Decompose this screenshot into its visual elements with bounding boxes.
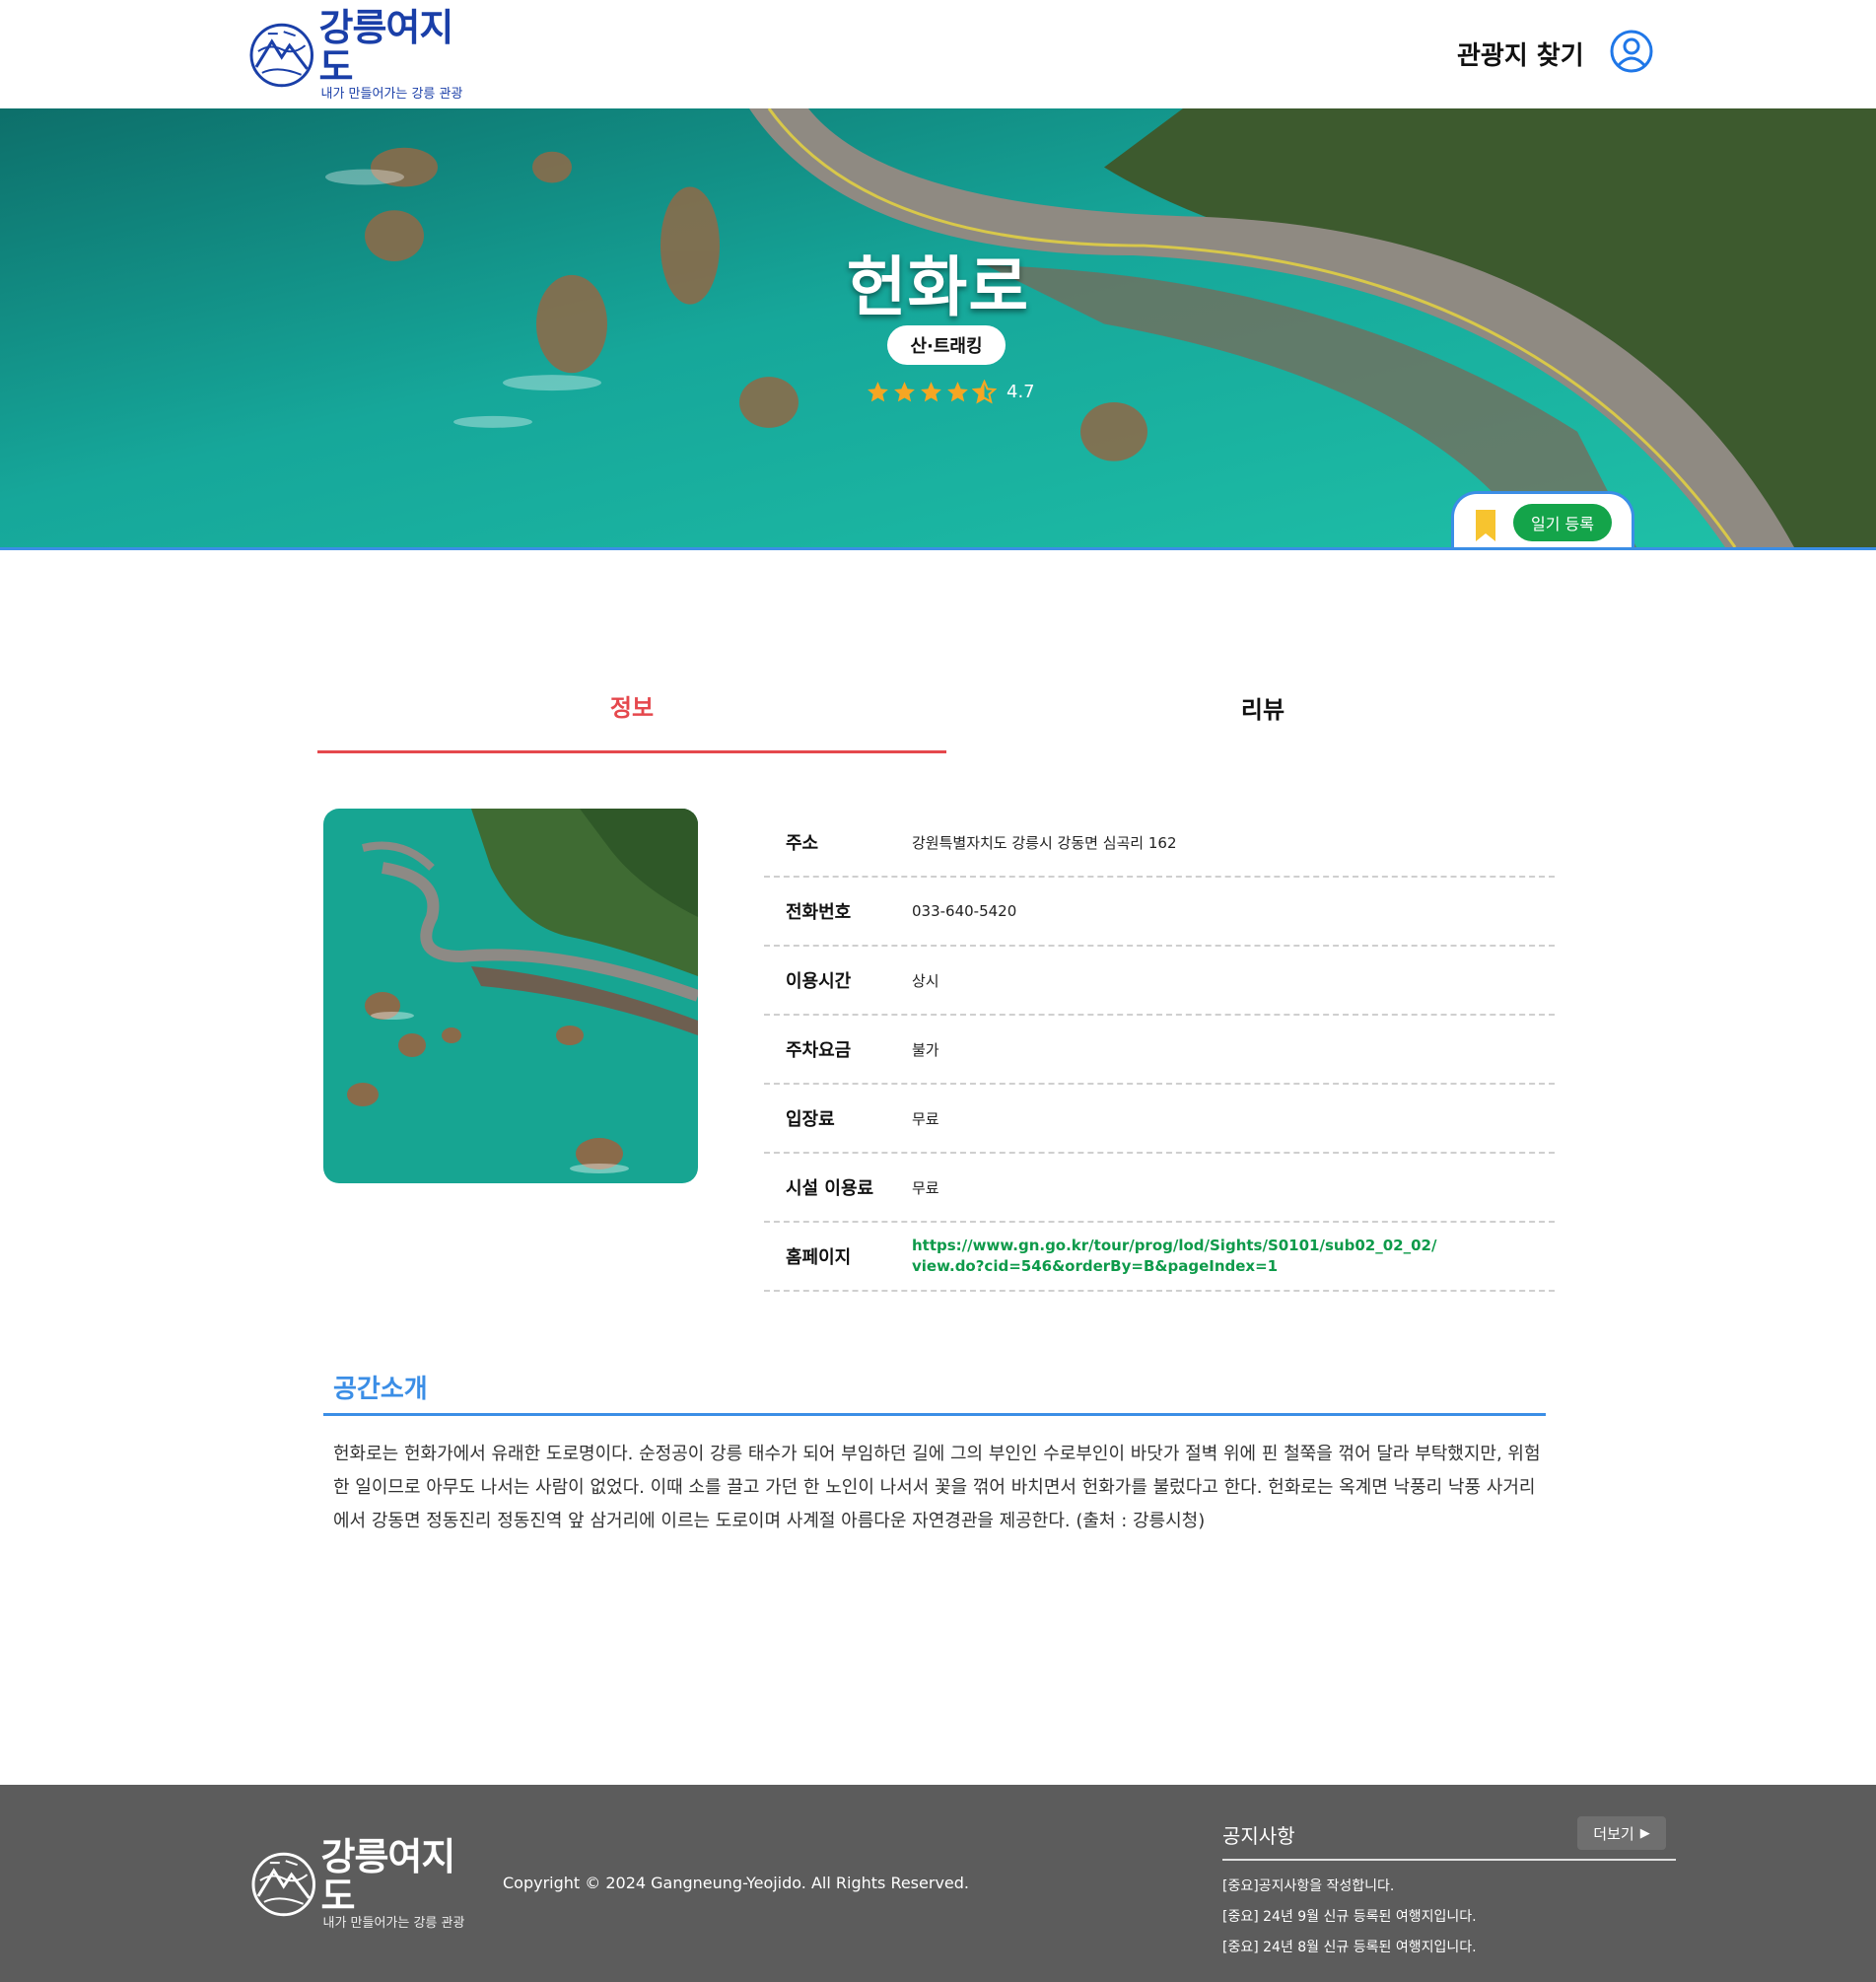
info-key: 시설 이용료 <box>786 1178 874 1199</box>
homepage-link[interactable]: https://www.gn.go.kr/tour/prog/lod/Sight… <box>912 1236 1444 1277</box>
info-value-hours: 상시 <box>912 971 939 990</box>
place-aerial-image <box>323 809 698 1183</box>
category-badge: 산·트래킹 <box>887 325 1006 365</box>
info-row-admission: 입장료 무료 <box>764 1085 1555 1154</box>
site-logo[interactable]: 강릉여지도 내가 만들어가는 강릉 관광 <box>248 8 485 102</box>
hero-action-panel: 일기 등록 <box>1451 491 1634 547</box>
star-icon <box>894 381 915 401</box>
more-button-label: 더보기 <box>1593 1824 1634 1843</box>
info-row-phone: 전화번호 033-640-5420 <box>764 878 1555 947</box>
place-photo <box>323 809 698 1183</box>
info-value-phone: 033-640-5420 <box>912 902 1017 920</box>
info-value-admission: 무료 <box>912 1109 939 1128</box>
hero-banner: 헌화로 산·트래킹 4.7 일기 등록 <box>0 108 1876 550</box>
intro-body: 헌화로는 헌화가에서 유래한 도로명이다. 순정공이 강릉 태수가 되어 부임하… <box>333 1444 1541 1531</box>
info-row-facility-fee: 시설 이용료 무료 <box>764 1154 1555 1223</box>
logo-subtitle: 내가 만들어가는 강릉 관광 <box>320 87 463 102</box>
rating-value: 4.7 <box>1007 381 1035 402</box>
info-value-parking: 불가 <box>912 1040 939 1059</box>
rating: 4.7 <box>866 375 1035 408</box>
info-row-hours: 이용시간 상시 <box>764 947 1555 1016</box>
info-table: 주소 강원특별자치도 강릉시 강동면 심곡리 162 전화번호 033-640-… <box>764 809 1555 1292</box>
star-icon <box>868 381 888 401</box>
user-circle-icon[interactable] <box>1610 30 1653 73</box>
footer-logo-subtitle: 내가 만들어가는 강릉 관광 <box>322 1916 465 1931</box>
copyright-text: Copyright © 2024 Gangneung-Yeojido. All … <box>503 1874 969 1892</box>
tab-review[interactable]: 리뷰 <box>948 661 1577 753</box>
triangle-right-icon: ▶ <box>1639 1825 1650 1841</box>
site-footer: 강릉여지도 내가 만들어가는 강릉 관광 Copyright © 2024 Ga… <box>0 1785 1876 1982</box>
intro-title: 공간소개 <box>333 1375 428 1404</box>
star-icon <box>921 381 941 401</box>
info-row-homepage: 홈페이지 https://www.gn.go.kr/tour/prog/lod/… <box>764 1223 1555 1292</box>
info-value-address: 강원특별자치도 강릉시 강동면 심곡리 162 <box>912 833 1177 852</box>
info-row-address: 주소 강원특별자치도 강릉시 강동면 심곡리 162 <box>764 809 1555 878</box>
tab-info[interactable]: 정보 <box>317 661 946 753</box>
star-icon <box>947 381 968 401</box>
diary-register-button[interactable]: 일기 등록 <box>1513 504 1612 541</box>
detail-tabs: 정보 리뷰 <box>317 661 1581 753</box>
footer-logo-title: 강릉여지도 <box>320 1835 455 1918</box>
nav-find-attractions[interactable]: 관광지 찾기 <box>1457 35 1584 72</box>
footer-logo[interactable]: 강릉여지도 내가 만들어가는 강릉 관광 <box>250 1837 487 1931</box>
place-title: 헌화로 <box>846 249 1030 325</box>
info-key: 주차요금 <box>786 1040 852 1061</box>
info-key: 주소 <box>786 833 819 854</box>
logo-mountain-wave-icon <box>251 1852 315 1917</box>
info-key: 이용시간 <box>786 971 852 992</box>
info-key: 홈페이지 <box>786 1247 852 1268</box>
info-value-facility-fee: 무료 <box>912 1178 939 1197</box>
notice-divider <box>1222 1859 1676 1861</box>
site-header: 강릉여지도 내가 만들어가는 강릉 관광 관광지 찾기 <box>0 0 1876 108</box>
intro-divider <box>323 1413 1546 1416</box>
bookmark-icon[interactable] <box>1474 510 1497 541</box>
notice-list: [중요]공지사항을 작성합니다. [중요] 24년 9월 신규 등록된 여행지입… <box>1222 1872 1676 1963</box>
notice-item[interactable]: [중요]공지사항을 작성합니다. <box>1222 1872 1676 1902</box>
notice-item[interactable]: [중요] 24년 8월 신규 등록된 여행지입니다. <box>1222 1933 1676 1963</box>
info-key: 입장료 <box>786 1109 835 1130</box>
notice-title: 공지사항 <box>1222 1824 1295 1848</box>
star-half-icon <box>972 379 997 404</box>
logo-title: 강릉여지도 <box>318 6 453 89</box>
info-row-parking: 주차요금 불가 <box>764 1016 1555 1085</box>
info-key: 전화번호 <box>786 902 852 923</box>
notice-item[interactable]: [중요] 24년 9월 신규 등록된 여행지입니다. <box>1222 1902 1676 1933</box>
logo-mountain-wave-icon <box>249 23 313 88</box>
notice-more-button[interactable]: 더보기 ▶ <box>1577 1816 1666 1850</box>
